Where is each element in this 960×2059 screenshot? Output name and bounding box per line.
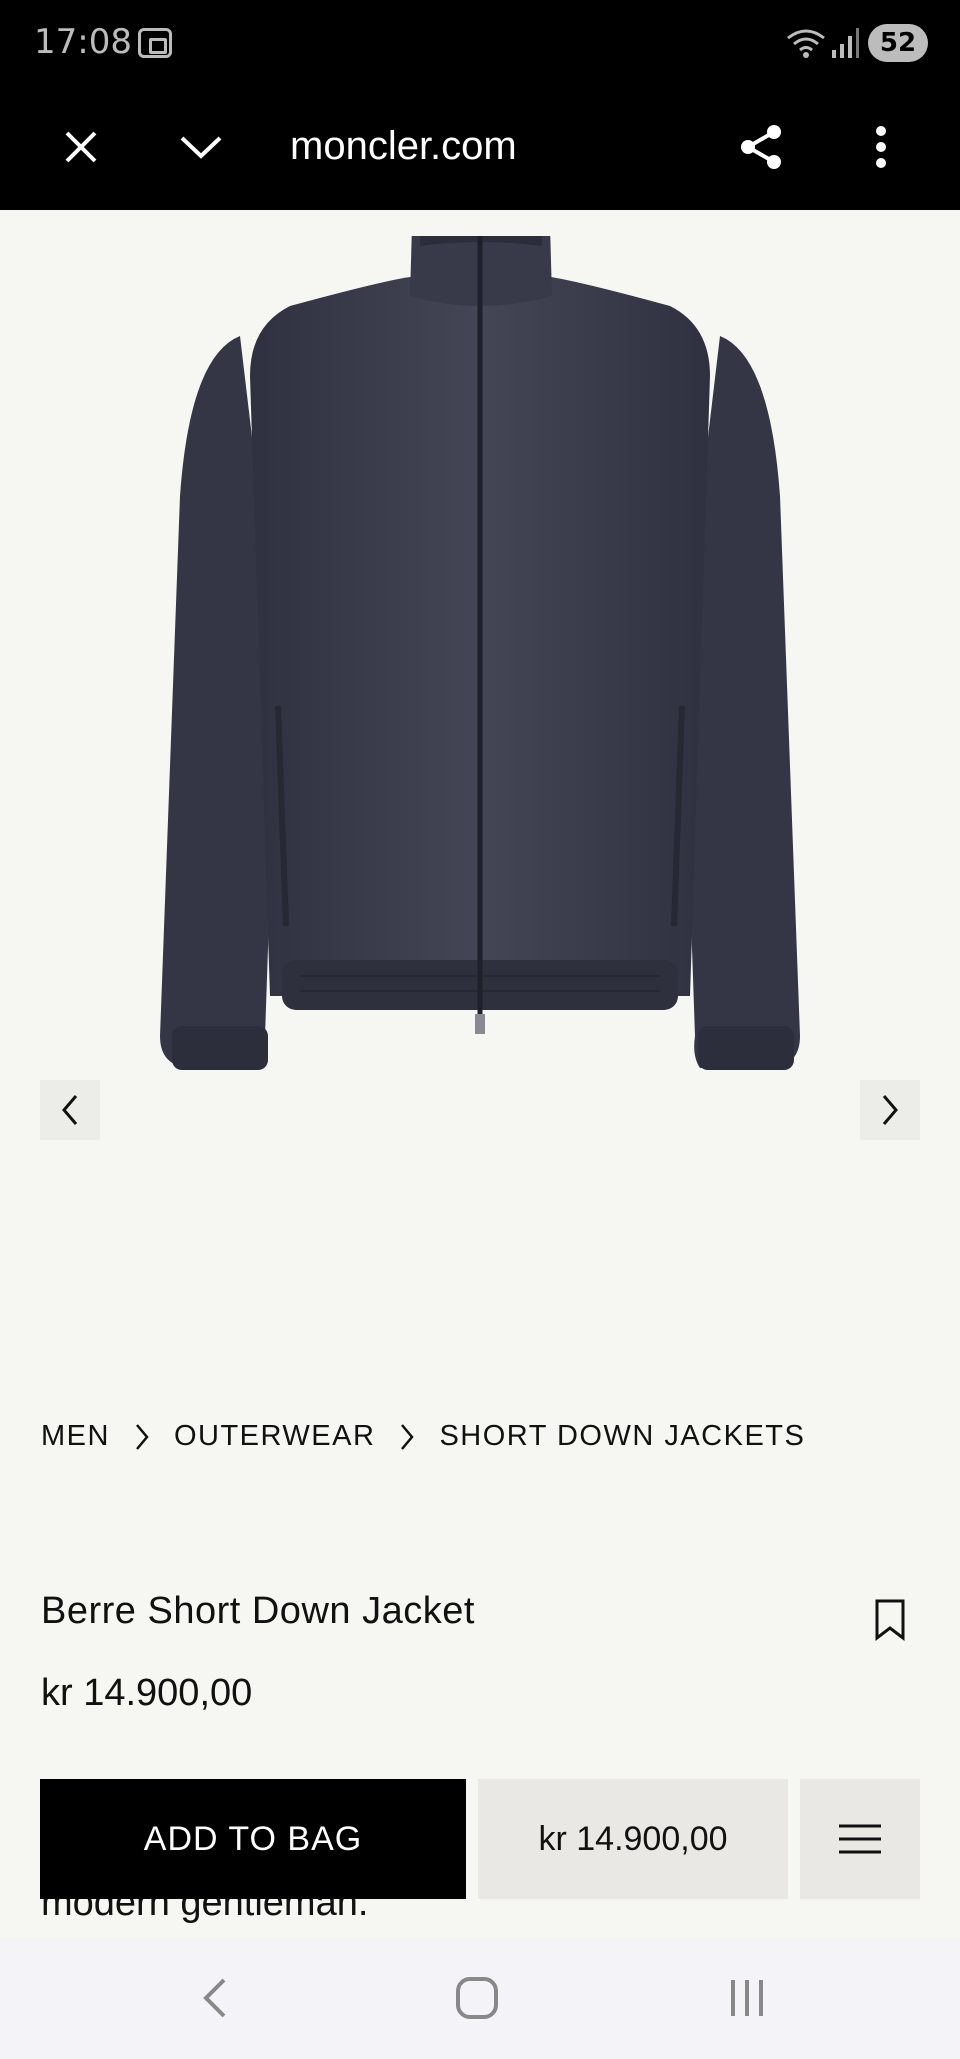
close-icon[interactable] <box>46 112 116 182</box>
chevron-right-icon <box>399 1422 415 1452</box>
gallery-prev-button[interactable] <box>40 1080 100 1140</box>
system-navigation-bar <box>0 1938 960 2059</box>
breadcrumb-outerwear[interactable]: OUTERWEAR <box>174 1420 375 1453</box>
breadcrumb-short-down-jackets[interactable]: SHORT DOWN JACKETS <box>439 1420 805 1453</box>
more-vert-icon[interactable] <box>846 112 916 182</box>
wifi-icon <box>787 29 825 58</box>
breadcrumb: MEN OUTERWEAR SHORT DOWN JACKETS <box>41 1420 805 1453</box>
screenshot-indicator-icon <box>138 28 172 58</box>
chevron-down-icon[interactable] <box>166 112 236 182</box>
product-image-gallery[interactable] <box>0 210 960 1380</box>
nav-recents-button[interactable] <box>712 1968 782 2028</box>
share-icon[interactable] <box>726 112 796 182</box>
product-title: Berre Short Down Jacket <box>41 1590 475 1632</box>
product-image <box>160 236 800 1070</box>
sticky-price: kr 14.900,00 <box>478 1779 788 1899</box>
chevron-left-icon <box>62 1095 78 1125</box>
chevron-right-icon <box>134 1422 150 1452</box>
status-time: 17:08 <box>34 22 132 62</box>
recents-icon <box>731 1980 763 2016</box>
chevron-right-icon <box>882 1095 898 1125</box>
nav-back-button[interactable] <box>180 1968 250 2028</box>
home-icon <box>456 1977 498 2019</box>
bookmark-icon <box>875 1599 905 1642</box>
sticky-menu-button[interactable] <box>800 1779 920 1899</box>
nav-home-button[interactable] <box>442 1968 512 2028</box>
gallery-next-button[interactable] <box>860 1080 920 1140</box>
product-price: kr 14.900,00 <box>41 1672 253 1714</box>
bookmark-button[interactable] <box>872 1598 908 1642</box>
battery-indicator: 52 <box>868 24 928 62</box>
add-to-bag-button[interactable]: ADD TO BAG <box>40 1779 466 1899</box>
status-bar: 17:08 52 <box>0 0 960 84</box>
browser-toolbar: moncler.com <box>0 84 960 210</box>
back-icon <box>203 1978 226 2018</box>
signal-icon <box>832 28 859 58</box>
breadcrumb-men[interactable]: MEN <box>41 1420 110 1453</box>
url-text[interactable]: moncler.com <box>290 114 517 178</box>
hamburger-icon <box>839 1824 881 1854</box>
